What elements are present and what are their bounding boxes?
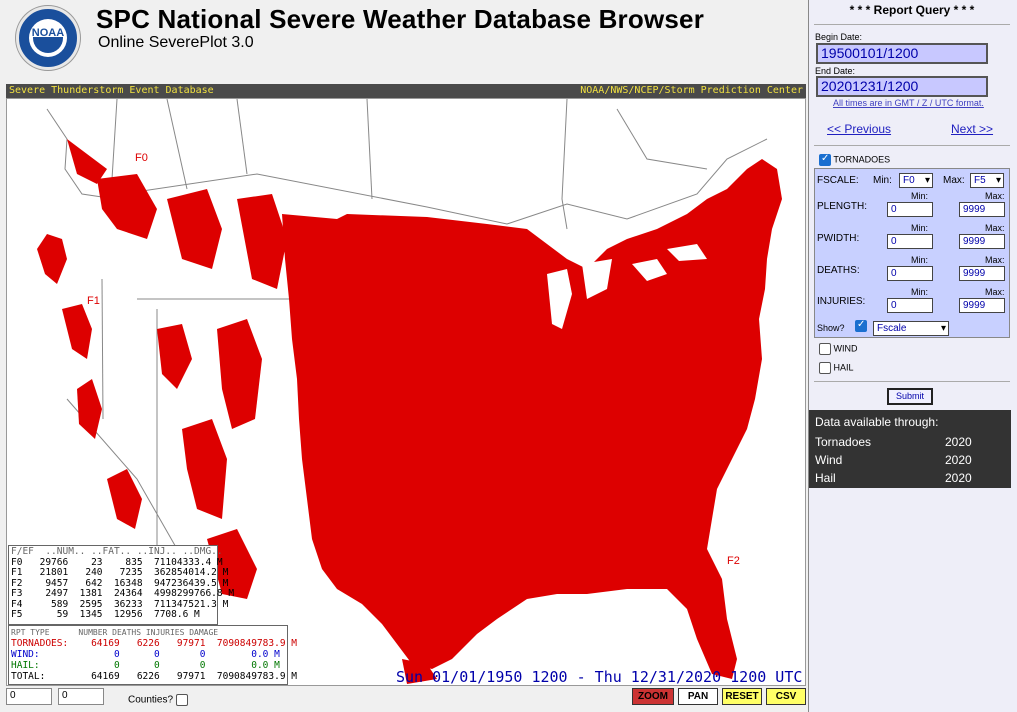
wind-label: WIND [833,343,858,354]
csv-button[interactable]: CSV [766,688,806,705]
fscale-max-select[interactable]: F5 [970,173,1004,188]
availability-name: Wind [815,453,843,467]
begin-date-input[interactable]: 19500101/1200 [816,43,988,64]
fscale-label: F0 [135,152,148,164]
fscale-row: F1 21801 240 7235 362854014.2 M [11,567,229,578]
totals-row-hail: HAIL: 0 0 0 0.0 M [11,660,280,671]
plength-min-label: Min: [911,191,929,201]
next-link[interactable]: Next >> [951,122,993,136]
fscale-label: F1 [87,295,100,307]
pwidth-max-label: Max: [985,223,1005,233]
tornadoes-label: TORNADOES [833,154,891,165]
left-panel: NOAA SPC National Severe Weather Databas… [0,0,808,712]
coord-x-input[interactable]: 0 [6,688,52,705]
fscale-min-select[interactable]: F0 [899,173,933,188]
injuries-max-input[interactable]: 9999 [959,298,1005,313]
coord-y-input[interactable]: 0 [58,688,104,705]
plength-min-input[interactable]: 0 [887,202,933,217]
report-totals-table: RPT TYPE NUMBER DEATHS INJURIES DAMAGE TO… [8,625,297,685]
pwidth-label: PWIDTH: [817,233,860,244]
fscale-max-label: Max: [943,175,965,186]
page-header: NOAA SPC National Severe Weather Databas… [0,0,808,84]
previous-link[interactable]: << Previous [827,122,891,136]
tornadoes-checkbox[interactable] [819,153,831,166]
database-label: Severe Thunderstorm Event Database [9,85,214,96]
pwidth-min-label: Min: [911,223,929,233]
deaths-max-label: Max: [985,255,1005,265]
source-label: NOAA/NWS/NCEP/Storm Prediction Center [580,85,803,96]
counties-checkbox[interactable] [175,694,188,706]
deaths-min-input[interactable]: 0 [887,266,933,281]
tornadoes-toggle[interactable]: TORNADOES [819,153,891,166]
fscale-summary-table: F/EF ..NUM.. ..FAT.. ..INJ.. ..DMG.. F0 2… [8,545,235,625]
fscale-table-header: F/EF ..NUM.. ..FAT.. ..INJ.. ..DMG.. [11,546,223,557]
submit-button[interactable]: Submit [887,388,933,405]
reset-button[interactable]: RESET [722,688,762,705]
zoom-button[interactable]: ZOOM [632,688,674,705]
end-date-label: End Date: [815,66,856,76]
deaths-max-input[interactable]: 9999 [959,266,1005,281]
page-title: SPC National Severe Weather Database Bro… [96,4,705,34]
map-caption-strip: Severe Thunderstorm Event Database NOAA/… [6,84,806,98]
fscale-filter-label: FSCALE: [817,175,859,186]
fscale-label: F2 [727,555,740,567]
totals-table-header: RPT TYPE NUMBER DEATHS INJURIES DAMAGE [11,628,219,637]
availability-name: Tornadoes [815,435,872,449]
wind-checkbox[interactable] [819,343,831,355]
injuries-min-label: Min: [911,287,929,297]
show-label: Show? [817,323,845,333]
availability-name: Hail [815,471,836,485]
plength-max-label: Max: [985,191,1005,201]
hail-toggle[interactable]: HAIL [819,362,854,374]
noaa-logo: NOAA [16,6,80,70]
timezone-note-link[interactable]: All times are in GMT / Z / UTC format. [833,98,984,108]
hail-checkbox[interactable] [819,362,831,374]
injuries-min-input[interactable]: 0 [887,298,933,313]
pan-button[interactable]: PAN [678,688,718,705]
plength-max-input[interactable]: 9999 [959,202,1005,217]
data-availability-box: Data available through: Tornadoes 2020 W… [809,410,1011,488]
availability-year: 2020 [945,435,972,449]
totals-row-wind: WIND: 0 0 0 0.0 M [11,649,280,660]
counties-toggle[interactable]: Counties? [128,694,188,706]
injuries-max-label: Max: [985,287,1005,297]
deaths-min-label: Min: [911,255,929,265]
noaa-logo-text: NOAA [31,27,65,39]
date-range-label: Sun 01/01/1950 1200 - Thu 12/31/2020 120… [396,668,803,686]
fscale-row: F3 2497 1381 24364 4998299766.8 M [11,588,235,599]
totals-row-total: TOTAL: 64169 6226 97971 7090849783.9 M [11,671,297,682]
fscale-row: F5 59 1345 12956 7708.6 M [11,609,200,620]
end-date-input[interactable]: 20201231/1200 [816,76,988,97]
show-checkbox[interactable] [855,319,867,332]
begin-date-label: Begin Date: [815,32,863,42]
availability-year: 2020 [945,471,972,485]
counties-label: Counties? [128,694,174,706]
injuries-label: INJURIES: [817,296,866,307]
query-panel: * * * Report Query * * * Begin Date: 195… [808,0,1017,712]
tornado-paths-dense [282,159,782,684]
totals-row-tornadoes: TORNADOES: 64169 6226 97971 7090849783.9… [11,638,297,649]
availability-year: 2020 [945,453,972,467]
page-subtitle: Online SeverePlot 3.0 [98,34,254,51]
pwidth-min-input[interactable]: 0 [887,234,933,249]
fscale-min-label: Min: [873,175,892,186]
deaths-label: DEATHS: [817,265,860,276]
plength-label: PLENGTH: [817,201,868,212]
wind-toggle[interactable]: WIND [819,343,858,355]
availability-title: Data available through: [815,415,939,429]
hail-label: HAIL [833,362,854,373]
query-title: * * * Report Query * * * [849,3,975,17]
show-select[interactable]: Fscale [873,321,949,336]
tornado-filter-box: FSCALE: Min: F0 Max: F5 PLENGTH: Min: Ma… [814,168,1010,338]
bottom-toolbar: 0 0 Counties? ZOOM PAN RESET CSV [0,686,808,712]
pwidth-max-input[interactable]: 9999 [959,234,1005,249]
